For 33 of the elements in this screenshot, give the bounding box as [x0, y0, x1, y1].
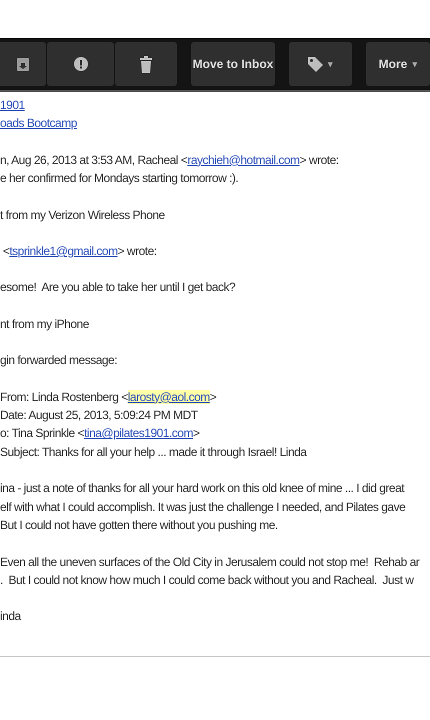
trash-icon	[140, 56, 152, 72]
report-spam-button[interactable]	[47, 42, 114, 86]
message-line: nt from my iPhone	[0, 316, 90, 333]
archive-button[interactable]	[0, 42, 46, 86]
email-link[interactable]: 1901	[0, 98, 25, 112]
message-line: <tsprinkle1@gmail.com> wrote:	[2, 243, 158, 260]
message-line: e her confirmed for Mondays starting tomorrow :).	[0, 170, 240, 188]
email-link[interactable]: larosty@aol.com	[128, 390, 210, 404]
message-line: elf with what I could accomplish. It was just the challenge I needed, and Pilates gave	[0, 498, 406, 516]
message-line: gin forwarded message:	[0, 352, 118, 370]
message-line: Date: August 25, 2013, 5:09:24 PM MDT	[0, 407, 199, 424]
message-line: Even all the uneven surfaces of the Old City in Jerusalem could not stop me! Rehab ar	[0, 554, 420, 570]
message-line: n, Aug 26, 2013 at 3:53 AM, Racheal <raychieh@hotmail.com> wrote:	[0, 152, 340, 169]
message-line: t from my Verizon Wireless Phone	[0, 206, 166, 224]
message-line: ina - just a note of thanks for all your hard work on this old knee of mine ... I did great	[0, 480, 406, 498]
tag-icon	[308, 56, 323, 72]
email-link[interactable]: tsprinkle1@gmail.com	[9, 244, 118, 258]
email-link[interactable]: raychieh@hotmail.com	[187, 152, 300, 167]
email-link[interactable]: oads Bootcamp	[0, 116, 77, 130]
message-line: inda	[0, 608, 22, 626]
message-line: o: Tina Sprinkle <tina@pilates1901.com>	[0, 425, 200, 442]
more-button[interactable]: More ▾	[366, 42, 430, 86]
labels-button[interactable]: ▾	[289, 42, 352, 86]
message-line: But I could not have gotten there without you pushing me.	[0, 517, 279, 534]
message-line: esome! Are you able to take her until I get back?	[0, 279, 236, 296]
exclamation-icon	[74, 57, 88, 71]
move-to-inbox-button[interactable]: Move to Inbox	[191, 42, 275, 86]
message-line: Subject: Thanks for all your help ... made it through Israel! Linda	[0, 444, 308, 461]
email-link[interactable]: tina@pilates1901.com	[84, 426, 193, 440]
message-line: . But I could not know how much I could come back without you and Racheal. Just w	[0, 572, 415, 589]
message-line: From: Linda Rostenberg <larosty@aol.com>	[0, 388, 218, 406]
delete-button[interactable]	[115, 42, 177, 86]
archive-icon	[17, 58, 29, 70]
